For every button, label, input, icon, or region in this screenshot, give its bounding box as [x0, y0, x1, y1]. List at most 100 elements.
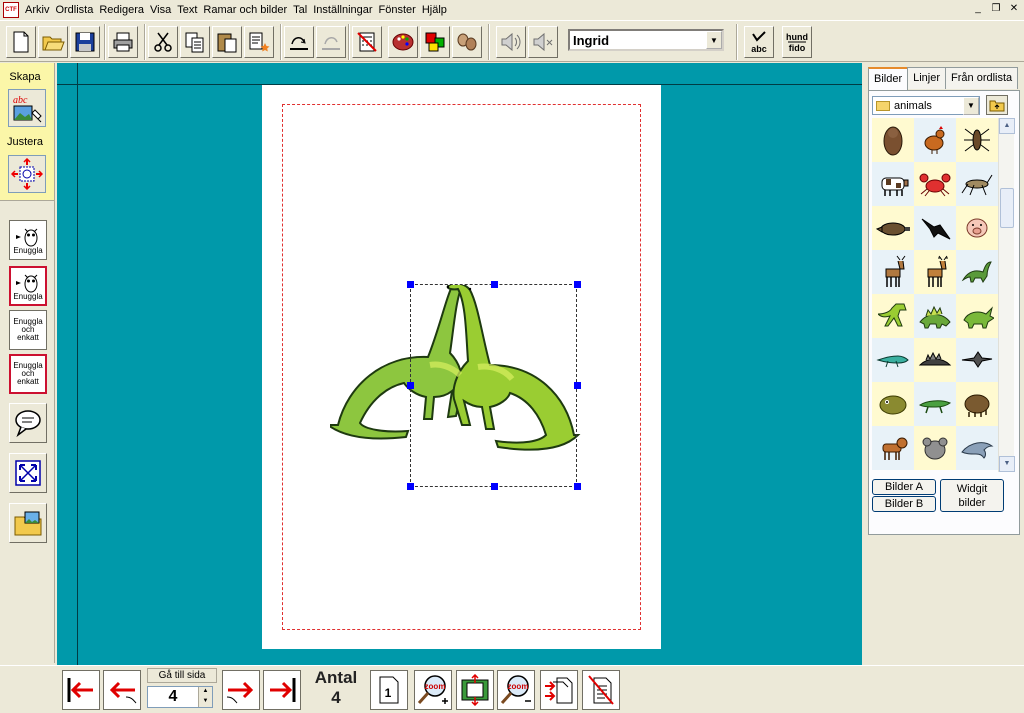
- picture-cell[interactable]: [956, 294, 998, 338]
- add-page-button[interactable]: [540, 670, 578, 710]
- resize-handle-s[interactable]: [491, 483, 498, 490]
- next-page-button[interactable]: [222, 670, 260, 710]
- menu-fonster[interactable]: Fönster: [379, 4, 422, 16]
- save-button[interactable]: [70, 26, 100, 58]
- single-page-button[interactable]: 1: [370, 670, 408, 710]
- menu-visa[interactable]: Visa: [150, 4, 177, 16]
- menu-installningar[interactable]: Inställningar: [313, 4, 378, 16]
- insert-picture-button[interactable]: [9, 503, 47, 543]
- picture-cell[interactable]: [872, 294, 914, 338]
- picture-cell[interactable]: [956, 206, 998, 250]
- page-number-input[interactable]: 4 ▲ ▼: [147, 686, 213, 708]
- chevron-down-icon[interactable]: ▼: [706, 31, 722, 49]
- menu-ramar-och-bilder[interactable]: Ramar och bilder: [203, 4, 293, 16]
- menu-tal[interactable]: Tal: [293, 4, 313, 16]
- symbol-word-button[interactable]: hund fido: [782, 26, 812, 58]
- open-button[interactable]: [38, 26, 68, 58]
- folder-select[interactable]: animals ▼: [872, 96, 980, 115]
- picture-cell[interactable]: [914, 338, 956, 382]
- picture-cell[interactable]: [956, 338, 998, 382]
- zoom-in-button[interactable]: zoom: [414, 670, 452, 710]
- picture-scrollbar[interactable]: ▲ ▼: [998, 118, 1015, 472]
- text-only-button[interactable]: Enuggla och enkatt: [9, 310, 47, 350]
- picture-cell[interactable]: [914, 206, 956, 250]
- picture-cell[interactable]: [914, 250, 956, 294]
- picture-cell[interactable]: [872, 162, 914, 206]
- picture-cell[interactable]: [872, 118, 914, 162]
- menu-hjalp[interactable]: Hjälp: [422, 4, 453, 16]
- paste-button[interactable]: [212, 26, 242, 58]
- picture-cell[interactable]: [914, 162, 956, 206]
- picture-cell[interactable]: [872, 382, 914, 426]
- bilder-a-button[interactable]: Bilder A: [872, 479, 936, 495]
- resize-handle-sw[interactable]: [407, 483, 414, 490]
- special-paste-button[interactable]: [244, 26, 274, 58]
- new-document-button[interactable]: [6, 26, 36, 58]
- picture-cell[interactable]: [956, 162, 998, 206]
- menu-text[interactable]: Text: [177, 4, 203, 16]
- voice-select[interactable]: Ingrid ▼: [568, 29, 724, 51]
- picture-cell[interactable]: [872, 250, 914, 294]
- delete-page-button[interactable]: [582, 670, 620, 710]
- picture-cell[interactable]: [914, 294, 956, 338]
- fit-page-button[interactable]: [456, 670, 494, 710]
- scroll-up-icon[interactable]: ▲: [999, 118, 1015, 134]
- resize-handle-e[interactable]: [574, 382, 581, 389]
- chevron-down-icon[interactable]: ▼: [963, 96, 979, 115]
- tab-bilder[interactable]: Bilder: [868, 67, 909, 91]
- calculator-button[interactable]: [352, 26, 382, 58]
- line-style-button[interactable]: [284, 26, 314, 58]
- copy-button[interactable]: [180, 26, 210, 58]
- menu-redigera[interactable]: Redigera: [99, 4, 150, 16]
- bilder-b-button[interactable]: Bilder B: [872, 496, 936, 512]
- menu-ordlista[interactable]: Ordlista: [55, 4, 99, 16]
- text-with-symbol-button[interactable]: Enuggla: [9, 220, 47, 260]
- shapes-button[interactable]: [452, 26, 482, 58]
- picture-cell[interactable]: [914, 382, 956, 426]
- tab-fran-ordlista[interactable]: Från ordlista: [945, 67, 1019, 89]
- resize-handle-n[interactable]: [491, 281, 498, 288]
- tab-linjer[interactable]: Linjer: [907, 67, 947, 89]
- previous-page-button[interactable]: [103, 670, 141, 710]
- folder-up-button[interactable]: [986, 95, 1008, 115]
- resize-handle-se[interactable]: [574, 483, 581, 490]
- minimize-button[interactable]: _: [970, 2, 986, 16]
- speak-settings-button[interactable]: [528, 26, 558, 58]
- last-page-button[interactable]: [263, 670, 301, 710]
- cut-button[interactable]: [148, 26, 178, 58]
- close-button[interactable]: ✕: [1006, 2, 1022, 16]
- fullscreen-button[interactable]: [9, 453, 47, 493]
- resize-handle-nw[interactable]: [407, 281, 414, 288]
- resize-handle-w[interactable]: [407, 382, 414, 389]
- adjust-mode-button[interactable]: [8, 155, 46, 193]
- speech-bubble-button[interactable]: [9, 403, 47, 443]
- speak-button[interactable]: [496, 26, 526, 58]
- app-icon[interactable]: CTF: [3, 2, 19, 18]
- zoom-out-button[interactable]: zoom: [497, 670, 535, 710]
- text-with-symbol-framed-button[interactable]: Enuggla: [9, 266, 47, 306]
- picture-cell[interactable]: [914, 426, 956, 470]
- spin-down-icon[interactable]: ▼: [199, 697, 212, 707]
- picture-cell[interactable]: [872, 426, 914, 470]
- document-canvas[interactable]: [57, 63, 862, 665]
- picture-cell[interactable]: [956, 250, 998, 294]
- color-button[interactable]: [420, 26, 450, 58]
- palette-button[interactable]: [388, 26, 418, 58]
- picture-cell[interactable]: [956, 426, 998, 470]
- scroll-down-icon[interactable]: ▼: [999, 456, 1015, 472]
- spin-up-icon[interactable]: ▲: [199, 687, 212, 697]
- print-button[interactable]: [108, 26, 138, 58]
- page-spinner[interactable]: ▲ ▼: [198, 687, 212, 707]
- menu-arkiv[interactable]: Arkiv: [25, 4, 55, 16]
- picture-cell[interactable]: [956, 118, 998, 162]
- selection-frame[interactable]: [410, 284, 577, 487]
- picture-cell[interactable]: [872, 206, 914, 250]
- create-mode-button[interactable]: abc: [8, 89, 46, 127]
- first-page-button[interactable]: [62, 670, 100, 710]
- picture-cell[interactable]: [872, 338, 914, 382]
- scroll-thumb[interactable]: [1000, 188, 1014, 228]
- restore-button[interactable]: ❐: [988, 2, 1004, 16]
- redo-button[interactable]: [316, 26, 346, 58]
- resize-handle-ne[interactable]: [574, 281, 581, 288]
- document-page[interactable]: [262, 85, 661, 649]
